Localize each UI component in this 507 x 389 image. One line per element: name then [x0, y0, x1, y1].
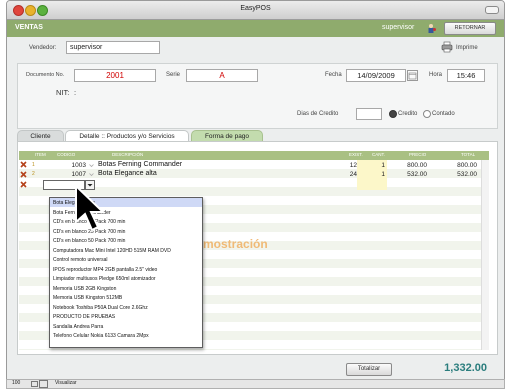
row-code[interactable]: 1007 [55, 171, 86, 178]
printer-icon[interactable] [441, 41, 453, 53]
date-label: Fecha [325, 72, 342, 78]
section-title: VENTAS [15, 24, 43, 31]
mode-label: Visualizar [55, 380, 77, 386]
row-price[interactable]: 532.00 [392, 171, 427, 178]
status-bar: 100 Visualizar [6, 379, 505, 389]
current-user-label: supervisor [382, 24, 415, 31]
toolbar-toggle-button[interactable] [485, 6, 499, 14]
document-number-label: Documento No. [26, 72, 65, 78]
col-exist: EXIST. [349, 152, 363, 157]
code-lookup-icon[interactable] [88, 162, 95, 169]
delete-row-icon[interactable] [20, 171, 28, 178]
col-item: ITEM [35, 152, 46, 157]
dropdown-item[interactable]: Sandalia Andrea Parra [53, 324, 103, 330]
delete-row-icon[interactable] [20, 181, 28, 188]
credit-days-label: Dias de Credito [297, 111, 339, 117]
document-panel: Documento No. 2001 Serie A Fecha 14/09/2… [17, 63, 498, 129]
grand-total: 1,332.00 [444, 362, 487, 374]
row-code[interactable]: 1003 [55, 162, 86, 169]
dropdown-item[interactable]: Notebook Toshiba P50A Dual Core 2.6Ghz [53, 305, 148, 311]
row-total: 800.00 [457, 162, 477, 169]
nit-value[interactable]: : [74, 88, 76, 97]
date-field[interactable]: 14/09/2009 [346, 69, 406, 82]
row-quantity[interactable]: 1 [359, 162, 385, 169]
row-exist: 24 [349, 171, 357, 178]
row-item-number: 1 [32, 162, 35, 168]
demo-watermark: mostración [203, 237, 268, 251]
contado-radio-label[interactable]: Contado [432, 111, 455, 117]
retornar-button[interactable]: RETORNAR [444, 22, 496, 35]
row-price[interactable]: 800.00 [392, 162, 427, 169]
nit-label: NIT: [56, 88, 70, 97]
dropdown-item[interactable]: IPOS reproductor MP4 2GB pantalla 2.5" v… [53, 267, 157, 273]
delete-row-icon[interactable] [20, 161, 28, 168]
col-cant: CANT. [372, 152, 386, 157]
row-item-number: 2 [32, 171, 35, 177]
dropdown-item[interactable]: Memoria USB 2GB Kingston [53, 286, 116, 292]
serie-field[interactable]: A [186, 69, 258, 82]
row-exist: 12 [349, 162, 357, 169]
dropdown-item[interactable]: PRODUCTO DE PRUEBAS [53, 314, 115, 320]
time-label: Hora [429, 72, 443, 78]
row-total: 532.00 [457, 171, 477, 178]
document-number-field[interactable]: 2001 [74, 69, 156, 82]
time-field[interactable]: 15:46 [447, 69, 485, 82]
section-header-bar: VENTAS supervisor RETORNAR [7, 20, 504, 37]
dropdown-item[interactable]: Limpiador multiusos Pledge 650ml atomiza… [53, 276, 156, 282]
credit-days-field[interactable] [356, 108, 382, 120]
contado-radio[interactable] [423, 110, 431, 118]
totalizar-button[interactable]: Totalizar [346, 363, 392, 376]
credito-radio[interactable] [389, 110, 397, 118]
dropdown-item[interactable]: Computadora Mac Mini Intel 120HD 515M RA… [53, 248, 171, 254]
title-bar: EasyPOS [7, 1, 504, 20]
dropdown-item[interactable]: Telefono Celular Nokia 6133 Camara 2Mpx [53, 333, 149, 339]
serie-label: Serie [166, 72, 181, 78]
col-precio: PRECIO [409, 152, 427, 157]
dropdown-item[interactable]: Memoria USB Kingston 512MB [53, 295, 122, 301]
row-quantity[interactable]: 1 [359, 171, 385, 178]
grid-header: ITEM CODIGO DESCRIPCIÓN EXIST. CANT. PRE… [19, 151, 489, 160]
credito-radio-label[interactable]: Credito [398, 111, 417, 117]
vendor-label: Vendedor: [29, 45, 57, 51]
mouse-cursor-icon [73, 183, 115, 234]
vendor-field[interactable]: supervisor [66, 41, 160, 54]
easypos-window: EasyPOS VENTAS supervisor RETORNAR Vende… [6, 0, 505, 380]
dropdown-item[interactable]: Control remoto universal [53, 257, 107, 263]
col-total: TOTAL [461, 152, 476, 157]
row-description[interactable]: Bota Elegance alta [98, 170, 157, 177]
row-description[interactable]: Botas Ferning Commander [98, 161, 182, 168]
grid-scrollbar[interactable] [481, 160, 489, 350]
calendar-icon[interactable] [407, 70, 418, 81]
zoom-out-icon[interactable] [31, 381, 38, 387]
print-label[interactable]: Imprime [456, 45, 478, 51]
window-title: EasyPOS [240, 5, 271, 12]
col-descripcion: DESCRIPCIÓN [112, 152, 144, 157]
col-codigo: CODIGO [57, 152, 76, 157]
user-icon [427, 23, 437, 33]
zoom-level[interactable]: 100 [12, 380, 20, 386]
dropdown-item[interactable]: CD's en blanco 50 Pack 700 min [53, 238, 125, 244]
code-lookup-icon[interactable] [88, 171, 95, 178]
